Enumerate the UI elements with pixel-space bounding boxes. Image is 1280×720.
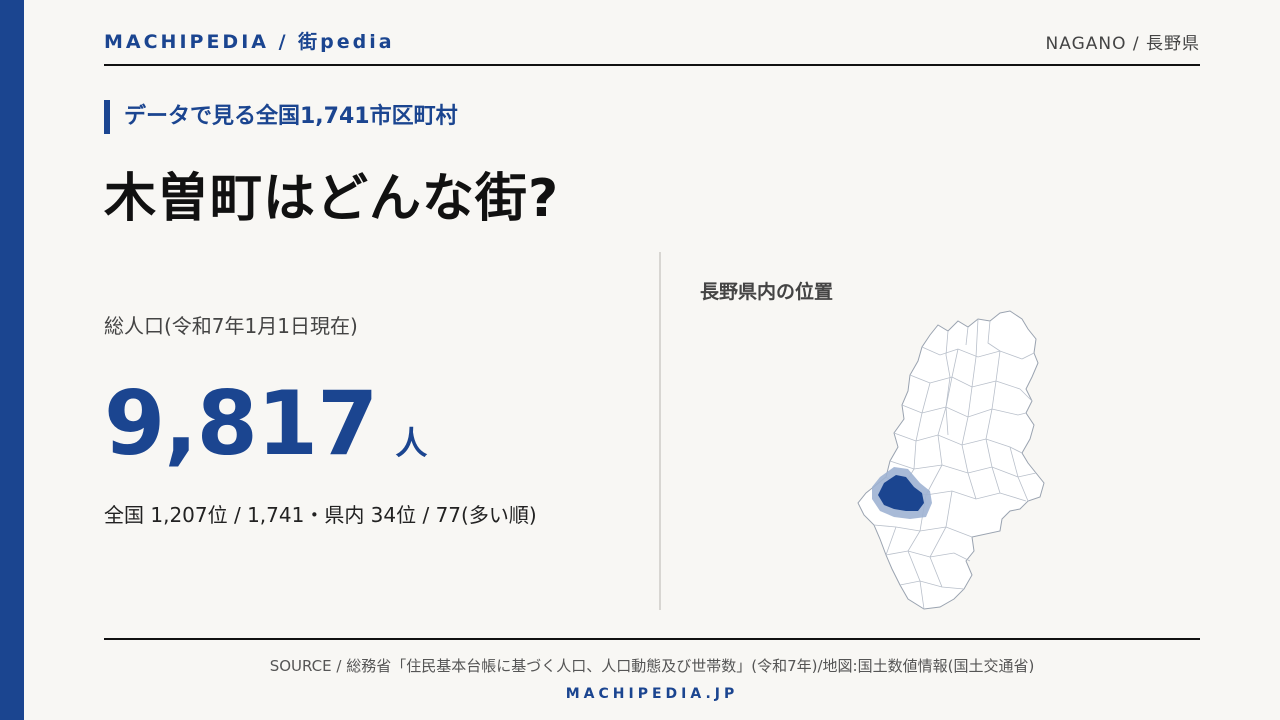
footer-rule xyxy=(104,638,1200,640)
prefecture-label: NAGANO / 長野県 xyxy=(1045,34,1200,54)
prefecture-map xyxy=(857,310,1045,610)
population-number: 9,817 xyxy=(104,372,378,475)
source-note: SOURCE / 総務省「住民基本台帳に基づく人口、人口動態及び世帯数」(令和7… xyxy=(269,657,1035,675)
prefecture-outline xyxy=(857,310,1045,610)
population-value: 9,817 人 xyxy=(104,372,427,475)
column-divider xyxy=(659,252,661,610)
map-title: 長野県内の位置 xyxy=(700,281,834,303)
population-unit: 人 xyxy=(395,424,428,462)
population-label: 総人口(令和7年1月1日現在) xyxy=(104,314,358,338)
brand-logo[interactable]: MACHIPEDIA / 街pedia xyxy=(104,27,395,54)
site-link[interactable]: MACHIPEDIA.JP xyxy=(24,686,1280,702)
page-title: 木曽町はどんな街? xyxy=(104,169,560,229)
header: MACHIPEDIA / 街pedia NAGANO / 長野県 xyxy=(104,26,1200,66)
accent-side-bar xyxy=(0,0,24,720)
kicker-heading: データで見る全国1,741市区町村 xyxy=(104,100,458,134)
population-rank: 全国 1,207位 / 1,741・県内 34位 / 77(多い順) xyxy=(104,503,537,527)
